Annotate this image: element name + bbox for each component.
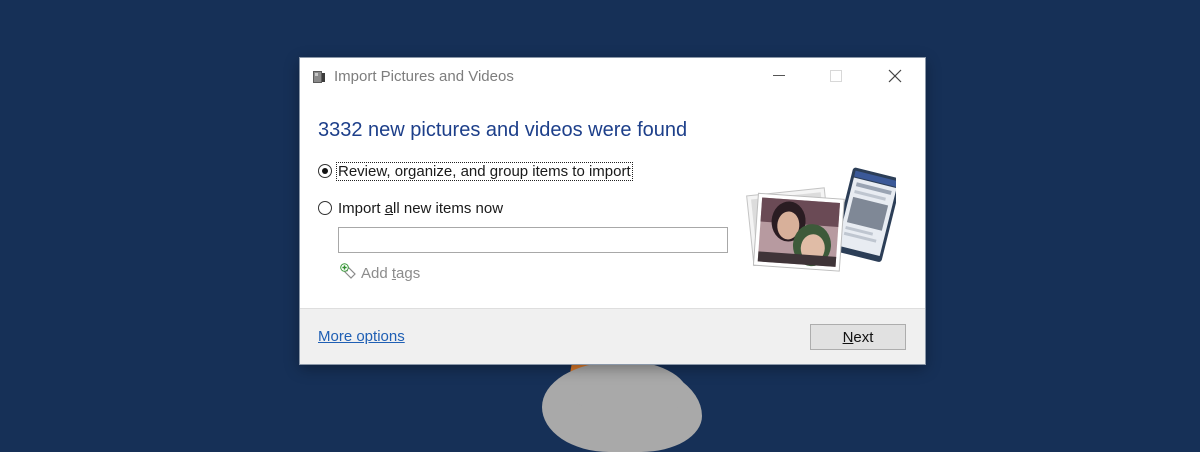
window-title: Import Pictures and Videos [334,68,514,85]
dialog-footer: More options Next [300,308,925,364]
next-button[interactable]: Next [810,324,906,350]
found-items-heading: 3332 new pictures and videos were found [318,119,688,141]
camera-device-icon [311,69,327,85]
minimize-button[interactable] [755,58,801,94]
next-access-key: N [842,328,854,346]
title-bar[interactable]: Import Pictures and Videos [300,58,925,96]
review-option[interactable]: Review, organize, and group items to imp… [318,161,633,181]
photo-stack-icon [746,166,902,274]
next-label-rest: ext [853,328,874,346]
tag-plus-icon [340,263,357,284]
review-label-text: Review, organize, and group items to imp… [338,162,631,180]
more-options-link[interactable]: More options [318,328,405,345]
desktop-wallpaper-shape-top [572,360,688,410]
maximize-button[interactable] [813,58,859,94]
import-all-access-key: a [384,199,394,217]
import-all-label-before: Import [338,199,385,217]
import-all-label-after: ll new items now [393,199,504,217]
import-all-radio[interactable] [318,201,332,215]
import-all-option-label[interactable]: Import all new items now [337,200,504,217]
add-tags-after: ags [396,265,421,282]
review-option-label[interactable]: Review, organize, and group items to imp… [336,161,633,181]
close-icon [888,69,902,83]
import-all-option[interactable]: Import all new items now [318,198,504,218]
import-dialog: Import Pictures and Videos 3332 new pict… [300,58,925,364]
tags-input[interactable] [338,227,728,253]
review-radio[interactable] [318,164,332,178]
add-tags-label: Add tags [361,265,420,282]
add-tags-link[interactable]: Add tags [340,263,420,284]
add-tags-before: Add [361,265,392,282]
close-button[interactable] [872,58,918,94]
